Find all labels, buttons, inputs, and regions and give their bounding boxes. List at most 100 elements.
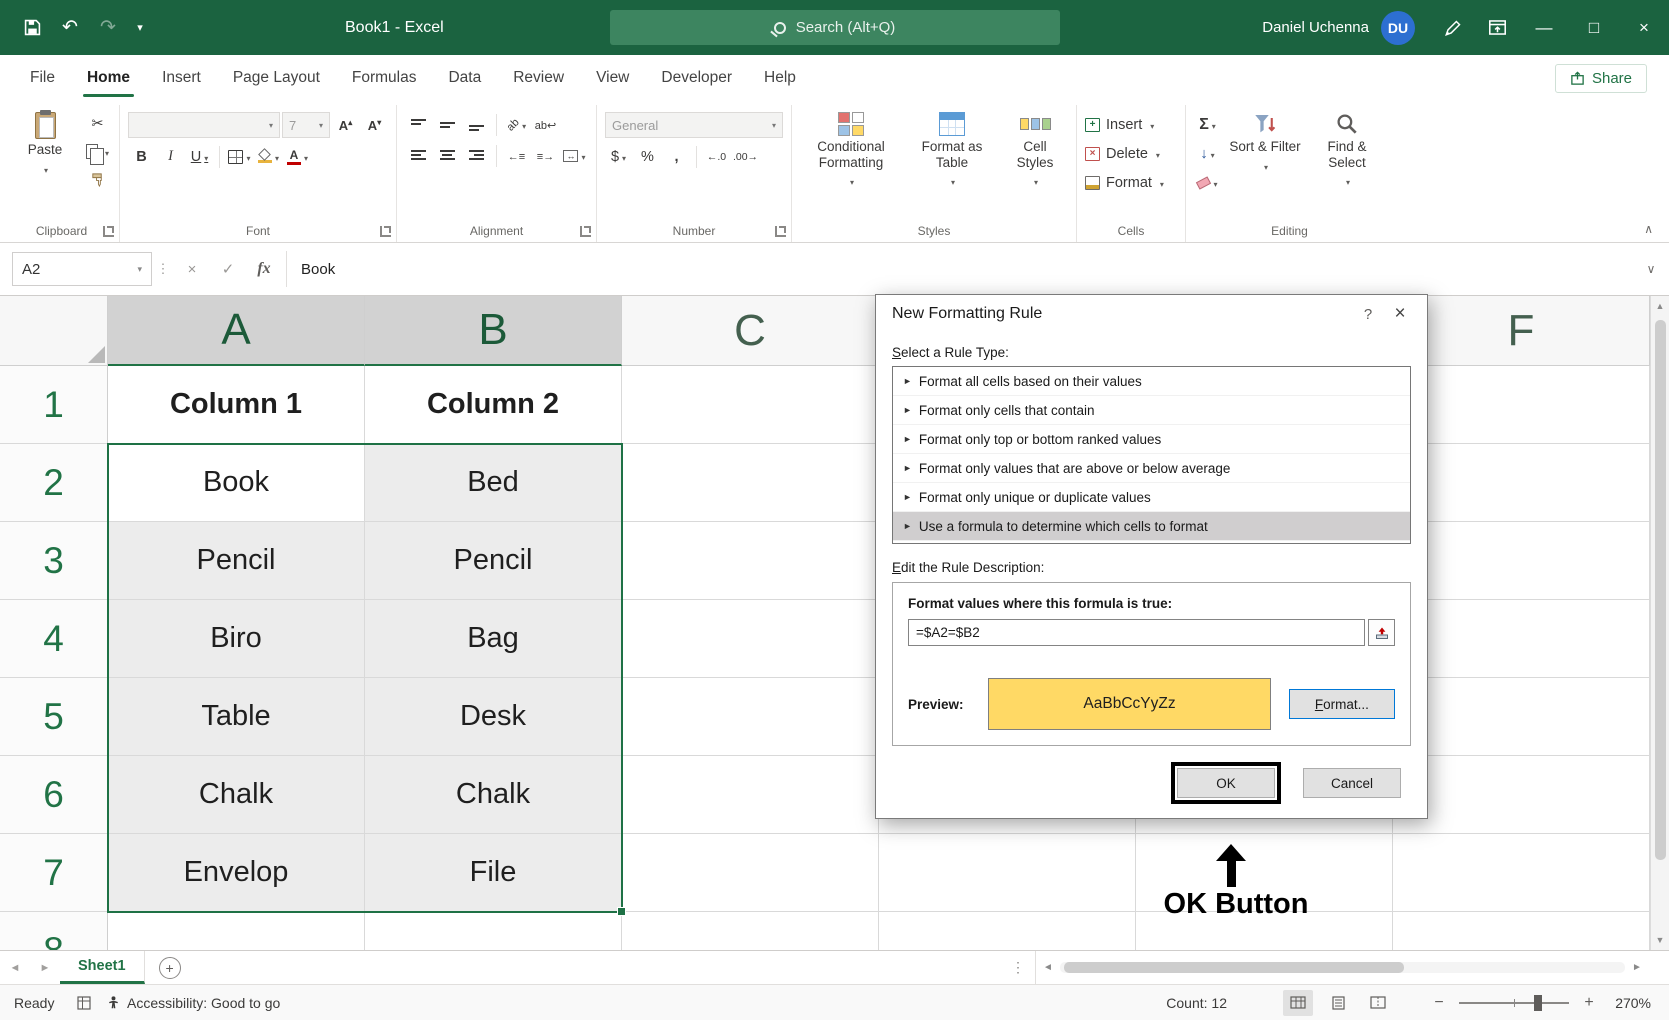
format-cells-button[interactable]: Format xyxy=(1085,170,1177,195)
minimize-button[interactable]: — xyxy=(1519,0,1569,55)
page-layout-view-button[interactable] xyxy=(1323,990,1353,1016)
align-right-button[interactable] xyxy=(463,143,490,168)
formula-input[interactable] xyxy=(908,619,1365,646)
decrease-indent-button[interactable] xyxy=(503,143,530,168)
increase-indent-button[interactable] xyxy=(532,143,559,168)
rule-type-option-2[interactable]: Format only cells that contain xyxy=(893,396,1410,425)
maximize-button[interactable]: □ xyxy=(1569,0,1619,55)
orientation-button[interactable] xyxy=(503,112,530,137)
cancel-button[interactable]: Cancel xyxy=(1303,768,1401,798)
align-middle-button[interactable] xyxy=(434,112,461,137)
find-select-button[interactable]: Find & Select xyxy=(1309,107,1385,194)
tab-review[interactable]: Review xyxy=(497,55,580,101)
cell-b1[interactable]: Column 2 xyxy=(365,366,622,444)
expand-formula-bar-button[interactable]: ∨ xyxy=(1633,243,1669,295)
empty-cell[interactable] xyxy=(622,756,879,834)
dialog-close-button[interactable]: × xyxy=(1383,303,1417,325)
cell-a4[interactable]: Biro xyxy=(108,600,365,678)
tab-insert[interactable]: Insert xyxy=(146,55,217,101)
next-sheet-button[interactable]: ► xyxy=(30,951,60,984)
increase-font-size-button[interactable]: A▴ xyxy=(332,113,359,138)
clear-button[interactable] xyxy=(1194,170,1221,195)
percent-style-button[interactable]: % xyxy=(634,144,661,169)
cut-button[interactable]: ✂ xyxy=(84,111,111,136)
number-dialog-launcher[interactable] xyxy=(775,226,786,237)
format-as-table-button[interactable]: Format as Table xyxy=(908,107,996,194)
sheet-tab-sheet1[interactable]: Sheet1 xyxy=(60,951,145,984)
accounting-format-button[interactable]: $ xyxy=(605,144,632,169)
alignment-dialog-launcher[interactable] xyxy=(580,226,591,237)
cell-a1[interactable]: Column 1 xyxy=(108,366,365,444)
ribbon-display-options-button[interactable] xyxy=(1475,0,1519,55)
delete-cells-button[interactable]: Delete xyxy=(1085,141,1177,166)
row-header-5[interactable]: 5 xyxy=(0,678,108,756)
cell-b6[interactable]: Chalk xyxy=(365,756,622,834)
cancel-entry-button[interactable]: × xyxy=(174,243,210,295)
number-format-combo[interactable]: General xyxy=(605,112,783,138)
copy-button[interactable] xyxy=(84,139,111,164)
merge-center-button[interactable] xyxy=(561,143,588,168)
empty-cell[interactable] xyxy=(108,912,365,950)
tab-developer[interactable]: Developer xyxy=(645,55,748,101)
column-header-b[interactable]: B xyxy=(365,296,622,366)
wrap-text-button[interactable] xyxy=(532,112,559,137)
empty-cell[interactable] xyxy=(622,678,879,756)
empty-cell[interactable] xyxy=(1393,600,1650,678)
font-name-combo[interactable] xyxy=(128,112,280,138)
help-button[interactable]: ? xyxy=(1353,306,1383,323)
previous-sheet-button[interactable]: ◄ xyxy=(0,951,30,984)
insert-cells-button[interactable]: Insert xyxy=(1085,112,1177,137)
empty-cell[interactable] xyxy=(365,912,622,950)
vertical-scrollbar-thumb[interactable] xyxy=(1655,320,1666,860)
empty-cell[interactable] xyxy=(622,444,879,522)
rule-type-option-6-selected[interactable]: Use a formula to determine which cells t… xyxy=(893,512,1410,541)
tab-formulas[interactable]: Formulas xyxy=(336,55,433,101)
zoom-out-button[interactable]: − xyxy=(1429,994,1449,1012)
share-button[interactable]: Share xyxy=(1555,64,1647,93)
row-header-6[interactable]: 6 xyxy=(0,756,108,834)
empty-cell[interactable] xyxy=(622,366,879,444)
cell-a6[interactable]: Chalk xyxy=(108,756,365,834)
borders-button[interactable] xyxy=(226,144,253,169)
align-bottom-button[interactable] xyxy=(463,112,490,137)
cell-b3[interactable]: Pencil xyxy=(365,522,622,600)
ok-button[interactable]: OK xyxy=(1177,768,1275,798)
rule-type-option-3[interactable]: Format only top or bottom ranked values xyxy=(893,425,1410,454)
collapse-ribbon-button[interactable]: ∧ xyxy=(1644,222,1653,236)
user-name[interactable]: Daniel Uchenna xyxy=(1262,19,1369,36)
tab-help[interactable]: Help xyxy=(748,55,812,101)
cell-b2[interactable]: Bed xyxy=(365,444,622,522)
vertical-scrollbar[interactable]: ▲ ▼ xyxy=(1650,296,1669,950)
scroll-right-icon[interactable]: ► xyxy=(1625,962,1649,973)
scroll-down-icon[interactable]: ▼ xyxy=(1651,930,1669,950)
row-header-4[interactable]: 4 xyxy=(0,600,108,678)
font-color-button[interactable]: A xyxy=(284,144,311,169)
align-top-button[interactable] xyxy=(405,112,432,137)
empty-cell[interactable] xyxy=(622,834,879,912)
decrease-decimal-button[interactable]: .00→ xyxy=(732,144,759,169)
cell-a5[interactable]: Table xyxy=(108,678,365,756)
horizontal-scrollbar-thumb[interactable] xyxy=(1064,962,1404,973)
cell-b7[interactable]: File xyxy=(365,834,622,912)
clipboard-dialog-launcher[interactable] xyxy=(103,226,114,237)
formula-bar-content[interactable]: Book xyxy=(291,243,1633,295)
scroll-left-icon[interactable]: ◄ xyxy=(1036,962,1060,973)
scroll-up-icon[interactable]: ▲ xyxy=(1651,296,1669,316)
horizontal-scrollbar[interactable]: ◄ ► xyxy=(1035,951,1649,984)
horizontal-scroll-track[interactable] xyxy=(1060,962,1625,973)
bold-button[interactable]: B xyxy=(128,144,155,169)
redo-button[interactable]: ↷ xyxy=(90,10,126,46)
tab-view[interactable]: View xyxy=(580,55,645,101)
cell-a7[interactable]: Envelop xyxy=(108,834,365,912)
new-sheet-button[interactable]: + xyxy=(159,957,181,979)
zoom-slider[interactable] xyxy=(1459,1002,1569,1004)
row-header-1[interactable]: 1 xyxy=(0,366,108,444)
font-dialog-launcher[interactable] xyxy=(380,226,391,237)
empty-cell[interactable] xyxy=(879,834,1136,912)
page-break-preview-button[interactable] xyxy=(1363,990,1393,1016)
collapse-dialog-button[interactable] xyxy=(1368,619,1395,646)
column-header-a[interactable]: A xyxy=(108,296,365,366)
empty-cell[interactable] xyxy=(1393,444,1650,522)
empty-cell[interactable] xyxy=(1393,366,1650,444)
autosum-button[interactable]: Σ xyxy=(1194,112,1221,137)
